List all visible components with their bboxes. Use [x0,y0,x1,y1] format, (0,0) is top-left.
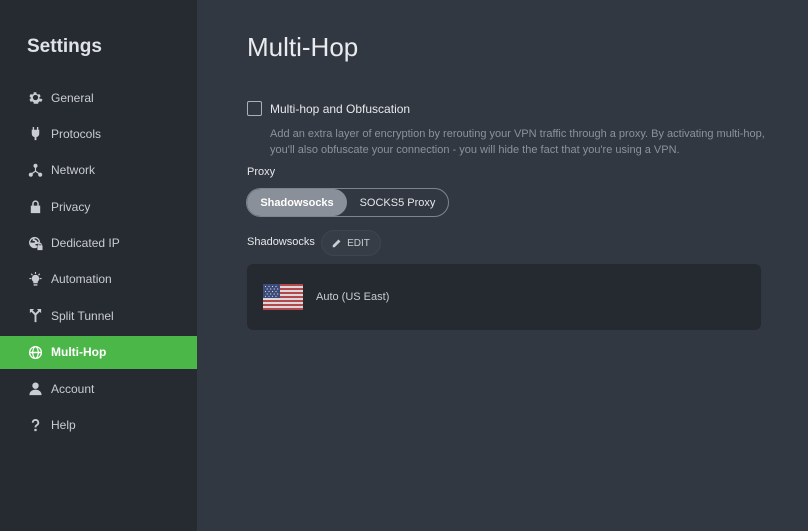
sidebar-item-protocols[interactable]: Protocols [0,117,197,150]
sidebar-item-label: Protocols [51,126,102,141]
multihop-option[interactable]: Multi-hop and Obfuscation [247,101,410,116]
gear-icon [27,90,43,106]
edit-button-label: EDIT [347,237,370,249]
user-icon [27,381,43,397]
main-panel: Multi-Hop Multi-hop and Obfuscation Add … [197,0,808,531]
proxy-label: Proxy [247,166,276,178]
sidebar-title: Settings [27,36,102,57]
proxy-option-shadowsocks[interactable]: Shadowsocks [247,189,347,216]
sidebar-item-multi-hop[interactable]: Multi-Hop [0,335,197,369]
edit-button[interactable]: EDIT [321,230,381,256]
network-icon [27,162,43,178]
multihop-option-label: Multi-hop and Obfuscation [270,101,411,116]
question-icon [27,417,43,433]
multihop-globe-icon [27,344,43,360]
sidebar-item-help[interactable]: Help [0,409,197,442]
sidebar-item-label: Help [51,418,76,433]
us-flag-icon [263,284,303,310]
pencil-icon [332,239,341,247]
split-icon [27,308,43,324]
server-card[interactable]: Auto (US East) [247,264,761,330]
sidebar-item-label: Automation [51,272,112,287]
sidebar-item-label: General [51,90,94,105]
multihop-checkbox[interactable] [247,101,262,116]
sidebar: Settings General Protocols Network Priva… [0,0,197,531]
sidebar-item-label: Account [51,381,95,396]
sidebar-item-dedicated-ip[interactable]: Dedicated IP [0,227,197,260]
sidebar-item-general[interactable]: General [0,81,197,114]
sidebar-item-label: Multi-Hop [51,345,107,360]
page-title: Multi-Hop [247,32,359,62]
shadowsocks-label: Shadowsocks [247,236,315,248]
sidebar-item-label: Network [51,163,96,178]
sidebar-item-network[interactable]: Network [0,154,197,187]
sidebar-item-privacy[interactable]: Privacy [0,190,197,223]
sidebar-nav: General Protocols Network Privacy Dedica… [0,81,197,445]
lightbulb-icon [27,271,43,287]
sidebar-item-split-tunnel[interactable]: Split Tunnel [0,299,197,332]
proxy-selector: Shadowsocks SOCKS5 Proxy [246,188,449,217]
lock-icon [27,199,43,215]
sidebar-item-label: Dedicated IP [51,236,120,251]
sidebar-item-automation[interactable]: Automation [0,263,197,296]
plug-icon [27,126,43,142]
multihop-description: Add an extra layer of encryption by rero… [270,128,765,156]
proxy-option-socks5[interactable]: SOCKS5 Proxy [347,189,448,216]
sidebar-item-account[interactable]: Account [0,372,197,405]
server-name: Auto (US East) [316,291,390,303]
sidebar-item-label: Privacy [51,199,91,214]
globe-lock-icon [27,235,43,251]
sidebar-item-label: Split Tunnel [51,308,114,323]
